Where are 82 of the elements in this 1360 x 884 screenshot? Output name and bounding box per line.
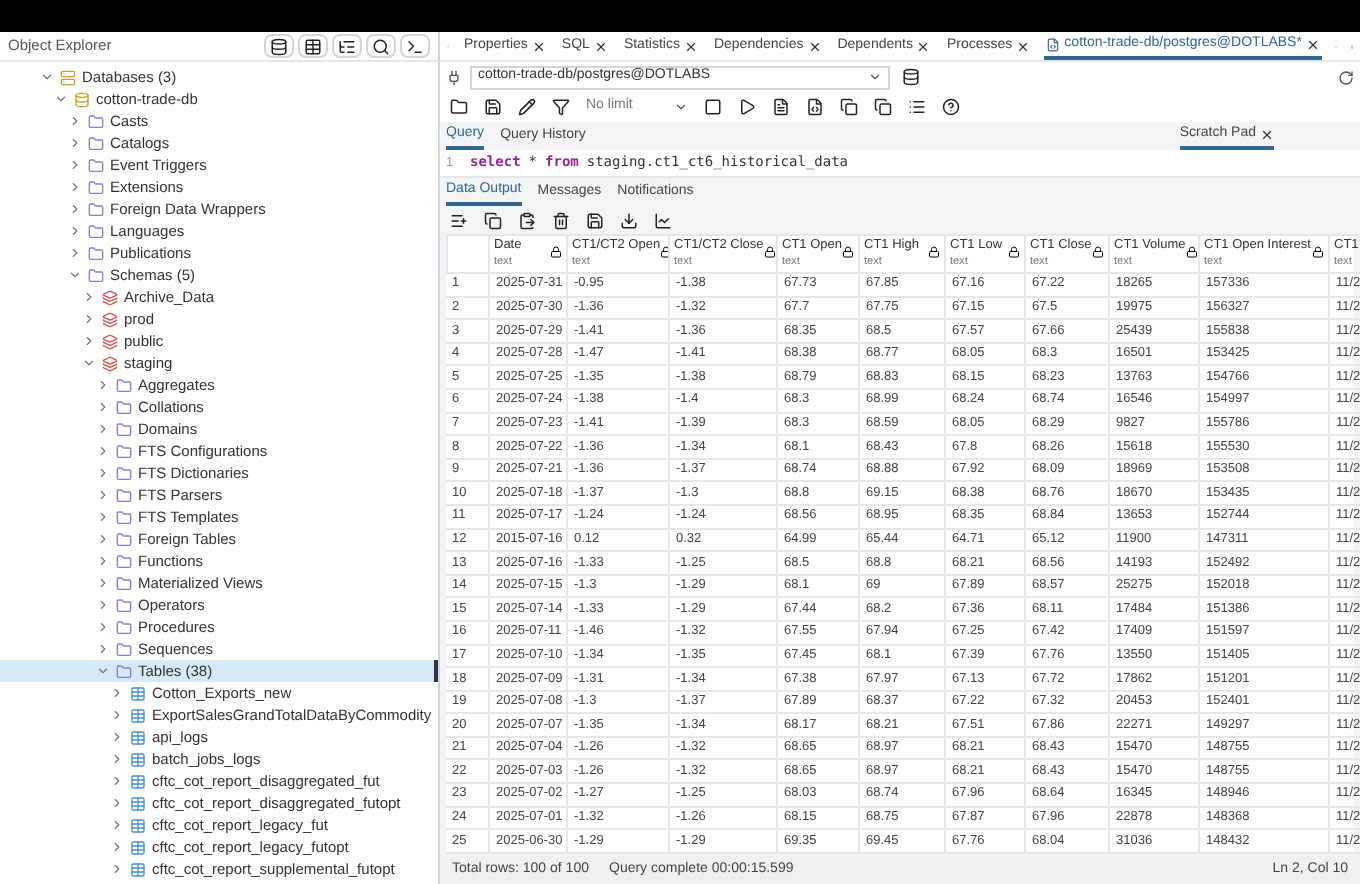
lock-icon (1312, 246, 1324, 258)
lock-icon (1008, 246, 1020, 258)
close-icon[interactable] (916, 39, 931, 53)
folder-icon (88, 267, 104, 283)
chevron-down-icon[interactable] (96, 664, 110, 678)
folder-icon (116, 641, 132, 657)
folder-icon (116, 421, 132, 437)
save-icon[interactable] (480, 95, 506, 119)
schema-icon (102, 355, 118, 371)
table-icon (130, 707, 146, 723)
folder-icon (88, 113, 104, 129)
folder-icon (116, 531, 132, 547)
explain-analyze-icon[interactable] (802, 95, 828, 119)
help-icon[interactable] (938, 95, 964, 119)
folder-icon (88, 245, 104, 261)
folder-icon (116, 487, 132, 503)
schema-icon (102, 311, 118, 327)
tree-icon[interactable] (332, 34, 362, 58)
folder-icon[interactable] (446, 95, 472, 119)
close-icon[interactable] (683, 39, 698, 53)
table-icon (130, 751, 146, 767)
close-icon[interactable] (1016, 39, 1031, 53)
database-icon[interactable] (898, 65, 924, 89)
folder-icon (88, 223, 104, 239)
folder-icon (88, 157, 104, 173)
table-icon (130, 795, 146, 811)
database-stack-icon (60, 69, 76, 85)
lock-icon (928, 246, 940, 258)
copy-icon[interactable] (480, 208, 506, 232)
table-icon (130, 773, 146, 789)
folder-icon (116, 465, 132, 481)
lock-icon (1185, 246, 1198, 258)
connection-icon[interactable] (446, 69, 462, 85)
lock-icon (842, 246, 854, 258)
lock-icon (1092, 246, 1104, 258)
query-tool-icon (1046, 37, 1061, 51)
close-icon[interactable] (531, 39, 546, 53)
folder-icon (116, 553, 132, 569)
folder-icon (116, 443, 132, 459)
close-icon[interactable] (1305, 37, 1320, 51)
table-icon[interactable] (298, 34, 328, 58)
table-icon (130, 817, 146, 833)
lock-icon (763, 246, 776, 258)
table-icon (130, 729, 146, 745)
folder-icon (116, 575, 132, 591)
folder-icon (88, 135, 104, 151)
folder-icon (116, 597, 132, 613)
close-icon[interactable] (593, 39, 608, 53)
stop-icon[interactable] (700, 95, 726, 119)
explain-icon[interactable] (768, 95, 794, 119)
filter-icon[interactable] (548, 95, 574, 119)
pencil-icon[interactable] (514, 95, 540, 119)
table-icon (130, 839, 146, 855)
chevron-down-icon (868, 70, 882, 84)
table-icon (130, 685, 146, 701)
download-icon[interactable] (616, 208, 642, 232)
table-icon (130, 861, 146, 877)
delete-icon[interactable] (548, 208, 574, 232)
search-icon[interactable] (366, 34, 396, 58)
folder-icon (116, 619, 132, 635)
folder-icon (116, 399, 132, 415)
folder-icon (88, 179, 104, 195)
header-corner (446, 234, 490, 274)
chevron-down-icon (674, 100, 688, 114)
folder-icon (88, 201, 104, 217)
folder-icon (116, 509, 132, 525)
refresh-icon[interactable] (1338, 69, 1354, 85)
database-icon (74, 91, 90, 107)
chart-icon[interactable] (650, 208, 676, 232)
schema-icon (102, 289, 118, 305)
schema-icon (102, 333, 118, 349)
paste-icon[interactable] (514, 208, 540, 232)
save-icon[interactable] (582, 208, 608, 232)
folder-icon (116, 377, 132, 393)
close-icon[interactable] (1260, 127, 1274, 141)
folder-icon (116, 663, 132, 679)
chevron-down-icon[interactable] (68, 268, 82, 282)
database-icon[interactable] (264, 34, 294, 58)
terminal-icon[interactable] (400, 34, 430, 58)
close-icon[interactable] (807, 39, 822, 53)
chevron-down-icon[interactable] (82, 356, 96, 370)
lock-icon (550, 246, 562, 258)
